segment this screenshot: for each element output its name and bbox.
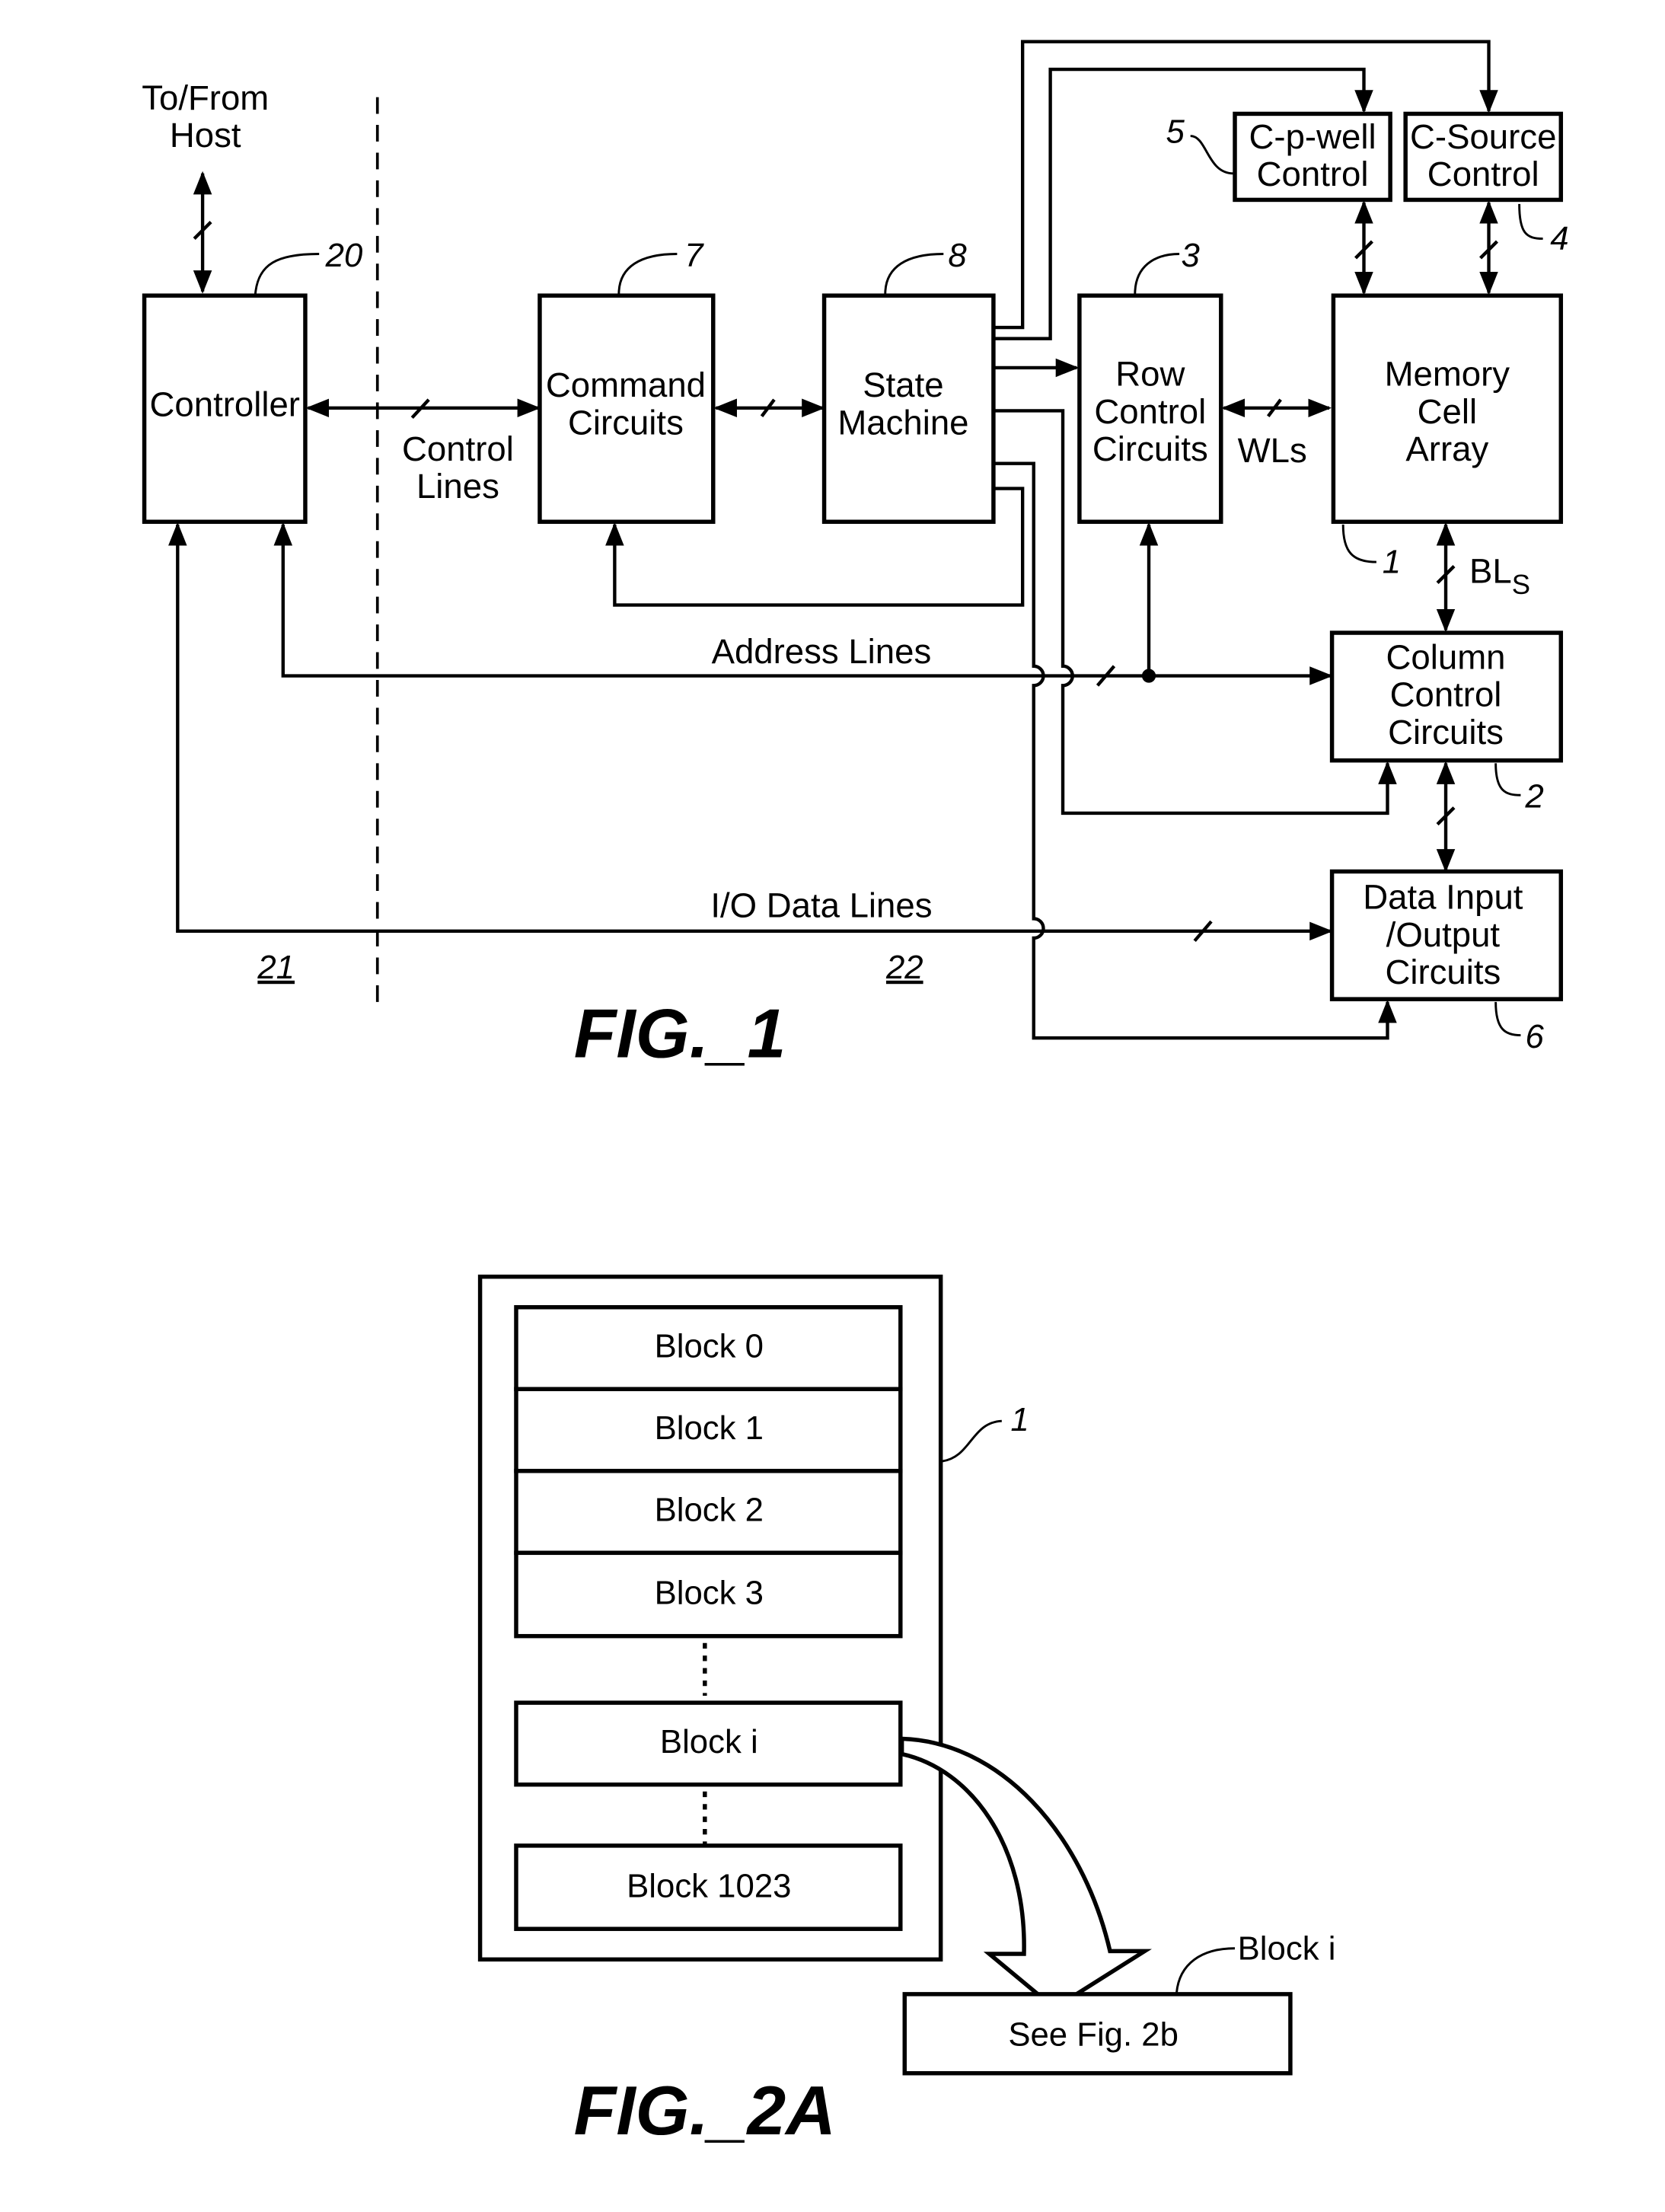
fig1: To/From Host Controller 20 Control Lines… bbox=[142, 40, 1569, 1073]
block-1-label: Block 1 bbox=[655, 1409, 764, 1447]
block-i-detail-label: Block i bbox=[1238, 1930, 1336, 1967]
ref-6: 6 bbox=[1526, 1018, 1545, 1055]
leader-line bbox=[942, 1419, 1002, 1463]
ref-8: 8 bbox=[948, 237, 967, 274]
leader-line bbox=[1494, 763, 1521, 796]
row-label-3: Circuits bbox=[1092, 429, 1208, 468]
leader-line bbox=[1494, 1001, 1521, 1037]
junction-dot bbox=[1141, 669, 1156, 683]
row-label-2: Control bbox=[1094, 392, 1206, 431]
dataio-label-2: /Output bbox=[1386, 915, 1501, 954]
leader-line bbox=[1341, 524, 1376, 563]
array-ref-1: 1 bbox=[1010, 1401, 1029, 1438]
leader-line bbox=[1134, 253, 1180, 295]
io-data-lines-label: I/O Data Lines bbox=[710, 886, 932, 925]
column-label-3: Circuits bbox=[1388, 713, 1504, 752]
column-label-2: Control bbox=[1390, 675, 1502, 714]
command-label-2: Circuits bbox=[568, 403, 684, 442]
leader-line bbox=[1518, 203, 1543, 240]
ref-5: 5 bbox=[1166, 113, 1185, 151]
csource-label-1: C-Source bbox=[1410, 117, 1556, 156]
state-label-1: State bbox=[863, 365, 943, 404]
leader-line bbox=[1190, 135, 1234, 175]
block-1023-label: Block 1023 bbox=[627, 1867, 791, 1904]
block-0-label: Block 0 bbox=[655, 1327, 764, 1365]
region-22-label: 22 bbox=[885, 949, 923, 986]
host-label-line1: To/From bbox=[142, 78, 269, 117]
row-label-1: Row bbox=[1115, 355, 1185, 394]
wls-label: WLs bbox=[1238, 431, 1307, 470]
block-2: Block 2 bbox=[514, 1469, 903, 1556]
ref-1: 1 bbox=[1383, 544, 1401, 581]
dataio-label-1: Data Input bbox=[1363, 878, 1523, 917]
block-i: Block i bbox=[514, 1700, 903, 1787]
cpwell-control-block: C-p-well Control 5 bbox=[1166, 111, 1392, 203]
memory-label-1: Memory bbox=[1385, 355, 1510, 394]
ref-2: 2 bbox=[1525, 778, 1544, 816]
controller-block: Controller 20 bbox=[142, 237, 363, 524]
leader-line bbox=[254, 253, 320, 295]
state-label-2: Machine bbox=[837, 403, 968, 442]
dataio-label-3: Circuits bbox=[1385, 953, 1501, 991]
patent-drawing: To/From Host Controller 20 Control Lines… bbox=[142, 40, 1569, 2150]
io-data-lines-wire bbox=[168, 522, 1329, 934]
bls-subscript: S bbox=[1512, 569, 1530, 600]
address-lines-label: Address Lines bbox=[712, 632, 932, 671]
command-label-1: Command bbox=[546, 365, 706, 404]
state-to-dataio-wire bbox=[994, 461, 1397, 1040]
row-control-block: Row Control Circuits 3 bbox=[1077, 237, 1223, 524]
fig2a-caption: FIG._2A bbox=[574, 2073, 836, 2150]
data-io-block: Data Input /Output Circuits 6 bbox=[1329, 869, 1564, 1055]
ref-7: 7 bbox=[684, 237, 704, 274]
block-2-label: Block 2 bbox=[655, 1491, 764, 1528]
host-label-line2: Host bbox=[170, 116, 241, 155]
memory-label-3: Array bbox=[1405, 429, 1488, 468]
leader-line bbox=[617, 253, 678, 295]
leader-line bbox=[1175, 1947, 1236, 1993]
ref-20: 20 bbox=[325, 237, 363, 274]
csource-label-2: Control bbox=[1427, 155, 1539, 193]
bls-main: BL bbox=[1469, 551, 1512, 590]
state-machine-block: State Machine 8 bbox=[821, 237, 996, 524]
controller-label: Controller bbox=[150, 385, 300, 424]
control-lines-label-2: Lines bbox=[416, 467, 499, 506]
block-3-label: Block 3 bbox=[655, 1575, 764, 1612]
see-fig-2b-label: See Fig. 2b bbox=[1008, 2016, 1179, 2053]
leader-line bbox=[884, 253, 944, 295]
cpwell-label-2: Control bbox=[1257, 155, 1369, 193]
fig1-caption: FIG._1 bbox=[574, 996, 786, 1073]
fig2a: Block 0 Block 1 Block 2 Block 3 Block i … bbox=[477, 1274, 1336, 2150]
block-3: Block 3 bbox=[514, 1550, 903, 1639]
memory-label-2: Cell bbox=[1418, 392, 1477, 431]
block-i-label: Block i bbox=[660, 1723, 758, 1760]
ref-3: 3 bbox=[1182, 237, 1200, 274]
column-label-1: Column bbox=[1386, 637, 1506, 676]
bls-label: BLS bbox=[1469, 551, 1530, 600]
cpwell-label-1: C-p-well bbox=[1249, 117, 1376, 156]
command-circuits-block: Command Circuits 7 bbox=[537, 237, 716, 524]
control-lines-label-1: Control bbox=[402, 429, 514, 468]
region-21-label: 21 bbox=[257, 949, 295, 986]
block-0: Block 0 bbox=[514, 1305, 903, 1392]
ref-4: 4 bbox=[1550, 220, 1568, 257]
block-1: Block 1 bbox=[514, 1387, 903, 1473]
block-1023: Block 1023 bbox=[514, 1843, 903, 1931]
